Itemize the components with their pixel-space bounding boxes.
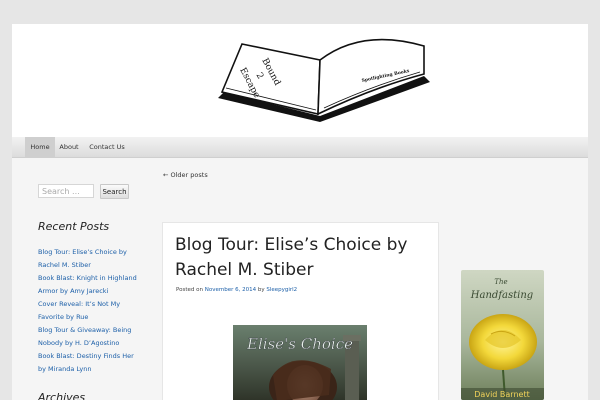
book-cover-image: Elise's Choice	[233, 325, 367, 400]
nav-contact-us[interactable]: Contact Us	[86, 137, 128, 157]
ad-title-line-1: The	[494, 278, 507, 286]
recent-post-link[interactable]: Cover Reveal: It’s Not My Favorite by Rue	[38, 298, 142, 324]
post-title[interactable]: Blog Tour: Elise’s Choice by Rachel M. S…	[175, 233, 430, 283]
post-author-link[interactable]: Sleepygirl2	[266, 287, 297, 293]
blog-post: Blog Tour: Elise’s Choice by Rachel M. S…	[162, 222, 439, 400]
archives-title: Archives	[38, 391, 86, 400]
page-wrapper: Bound 2 Escape Spotlighting Books Home A…	[12, 24, 588, 400]
recent-post-link[interactable]: Book Blast: Knight in Highland Armor by A…	[38, 272, 142, 298]
cover-title: Elise's Choice	[246, 335, 353, 353]
post-meta-prefix: Posted on	[176, 287, 203, 293]
sidebar-book-ad[interactable]: The Handfasting David Barnett	[461, 270, 544, 400]
nav-about[interactable]: About	[56, 137, 82, 157]
main-nav: Home About Contact Us	[12, 137, 588, 158]
search-input[interactable]: Search ...	[38, 184, 94, 198]
search-button[interactable]: Search	[100, 184, 129, 199]
nav-home[interactable]: Home	[25, 137, 55, 157]
post-meta-by: by	[257, 287, 265, 293]
ad-title: Handfasting	[470, 290, 533, 301]
post-date-link[interactable]: November 6, 2014	[205, 287, 256, 293]
recent-post-link[interactable]: Book Blast: Destiny Finds Her by Miranda …	[38, 350, 142, 376]
post-meta: Posted on November 6, 2014 by Sleepygirl…	[176, 287, 297, 293]
site-header: Bound 2 Escape Spotlighting Books	[12, 24, 588, 138]
recent-post-link[interactable]: Blog Tour & Giveaway: Being Nobody by H. …	[38, 324, 142, 350]
recent-posts-title: Recent Posts	[38, 220, 110, 233]
site-logo[interactable]: Bound 2 Escape Spotlighting Books	[212, 30, 436, 130]
older-posts-link[interactable]: ← Older posts	[163, 171, 208, 179]
ad-author: David Barnett	[474, 390, 529, 399]
recent-post-link[interactable]: Blog Tour: Elise’s Choice by Rachel M. St…	[38, 246, 142, 272]
recent-posts-list: Blog Tour: Elise’s Choice by Rachel M. St…	[38, 246, 142, 376]
